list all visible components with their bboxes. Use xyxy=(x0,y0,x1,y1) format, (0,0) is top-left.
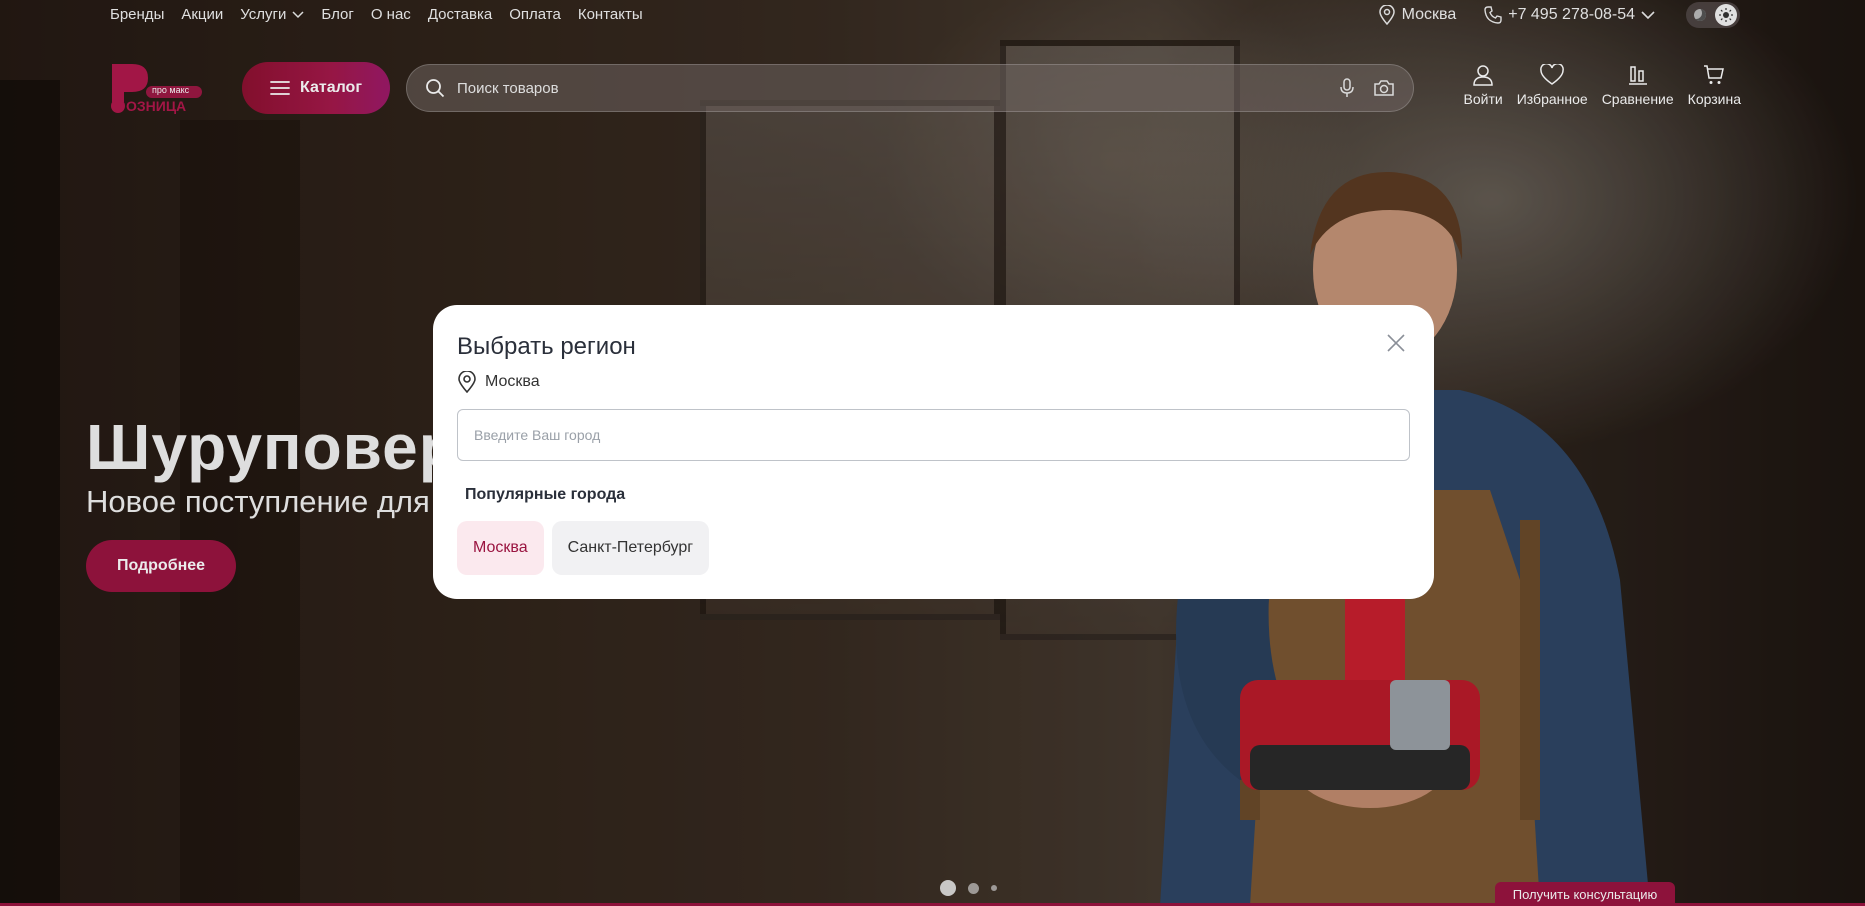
popular-cities-label: Популярные города xyxy=(465,486,626,503)
location-pin-icon xyxy=(458,371,476,393)
city-search-input[interactable] xyxy=(457,409,1410,461)
popular-cities-list: Москва Санкт-Петербург xyxy=(457,521,710,575)
current-city-label: Москва xyxy=(485,373,540,390)
city-chip-moscow[interactable]: Москва xyxy=(457,521,544,575)
city-chip-saint-petersburg[interactable]: Санкт-Петербург xyxy=(551,521,710,575)
current-city: Москва xyxy=(457,371,540,393)
region-modal: Выбрать регион Москва Популярные города … xyxy=(433,305,1434,599)
modal-title: Выбрать регион xyxy=(457,333,636,360)
close-icon[interactable] xyxy=(1384,331,1408,355)
